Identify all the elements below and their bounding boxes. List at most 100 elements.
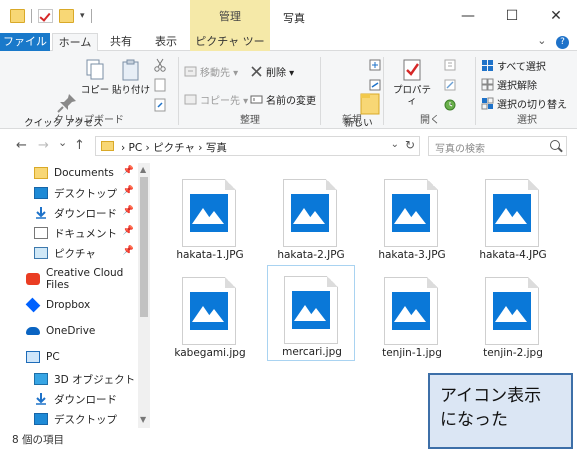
paste-button[interactable]: 貼り付け <box>112 58 150 96</box>
nav-item-onedrive[interactable]: OneDrive <box>0 321 138 341</box>
nav-item-documents-jp[interactable]: ドキュメント 📌 <box>0 223 138 243</box>
back-button[interactable]: ← <box>16 138 27 153</box>
status-bar: 8 個の項目 <box>0 428 420 450</box>
nav-item-pc[interactable]: PC <box>0 347 138 367</box>
rename-label: 名前の変更 <box>266 96 316 107</box>
search-placeholder: 写真の検索 <box>435 144 485 155</box>
minimize-button[interactable]: — <box>458 6 478 26</box>
image-file-icon <box>283 179 337 247</box>
divider <box>475 57 476 125</box>
image-file-icon <box>284 276 338 344</box>
file-name: hakata-3.JPG <box>378 249 446 261</box>
pictures-icon <box>34 247 48 259</box>
copy-to-button[interactable]: コピー先 ▾ <box>184 92 248 107</box>
tab-file[interactable]: ファイル <box>0 33 50 51</box>
new-group-label: 新規 <box>342 115 362 126</box>
file-item[interactable]: tenjin-2.jpg <box>469 267 557 363</box>
breadcrumb[interactable]: › PC › ピクチャ › 写真 <box>121 140 227 155</box>
delete-label: 削除 ▾ <box>266 68 295 79</box>
copy-path-icon[interactable] <box>153 78 167 95</box>
file-item-selected[interactable]: mercari.jpg <box>267 265 355 361</box>
nav-item-downloads-pc[interactable]: ダウンロード <box>0 389 138 409</box>
nav-item-label: ドキュメント <box>54 227 117 240</box>
select-none-button[interactable]: 選択解除 <box>481 77 537 92</box>
expand-ribbon-icon[interactable]: ⌄ <box>537 34 546 47</box>
nav-item-desktop[interactable]: デスクトップ 📌 <box>0 183 138 203</box>
creative-cloud-icon <box>26 273 40 285</box>
file-name: hakata-4.JPG <box>479 249 547 261</box>
nav-item-3d-objects[interactable]: 3D オブジェクト <box>0 369 138 389</box>
tab-home[interactable]: ホーム <box>52 33 98 52</box>
select-none-icon <box>481 78 494 91</box>
nav-item-downloads[interactable]: ダウンロード 📌 <box>0 203 138 223</box>
file-item[interactable]: hakata-4.JPG <box>469 169 557 265</box>
dropbox-icon <box>25 297 41 313</box>
pc-icon <box>26 351 40 363</box>
recent-locations-button[interactable]: ⌄ <box>58 136 67 149</box>
maximize-button[interactable]: ☐ <box>502 6 522 26</box>
rename-icon <box>250 93 263 106</box>
divider <box>178 57 179 125</box>
nav-item-creative-cloud[interactable]: Creative Cloud Files <box>0 267 138 291</box>
window-title: 写真 <box>283 12 305 25</box>
copy-button[interactable]: コピー <box>80 58 110 96</box>
up-button[interactable]: ↑ <box>74 138 85 153</box>
edit-icon[interactable] <box>443 78 457 95</box>
file-item[interactable]: tenjin-1.jpg <box>368 267 456 363</box>
file-item[interactable]: hakata-1.JPG <box>166 169 254 265</box>
help-icon[interactable]: ? <box>556 36 569 49</box>
address-dropdown-icon[interactable]: ⌄ <box>391 139 399 150</box>
paste-label: 貼り付け <box>112 85 151 96</box>
select-group-label: 選択 <box>517 115 537 126</box>
new-folder-quick-icon[interactable] <box>59 9 74 23</box>
nav-item-dropbox[interactable]: Dropbox <box>0 295 138 315</box>
select-group: すべて選択 選択解除 選択の切り替え 選択 <box>477 54 577 129</box>
search-input[interactable]: 写真の検索 <box>428 136 567 156</box>
select-all-button[interactable]: すべて選択 <box>481 58 546 73</box>
3d-objects-icon <box>34 373 48 385</box>
nav-item-pictures[interactable]: ピクチャ 📌 <box>0 243 138 263</box>
file-item[interactable]: hakata-3.JPG <box>368 169 456 265</box>
file-item[interactable]: kabegami.jpg <box>166 267 254 363</box>
copy-label: コピー <box>80 85 110 96</box>
scroll-up-icon[interactable]: ▲ <box>140 165 146 174</box>
tab-picture-tools[interactable]: ピクチャ ツール <box>190 33 270 66</box>
copy-icon <box>83 58 107 82</box>
address-bar[interactable]: › PC › ピクチャ › 写真 ⌄ ↻ <box>95 136 420 156</box>
scroll-down-icon[interactable]: ▼ <box>140 415 146 424</box>
open-icon[interactable] <box>443 58 457 75</box>
delete-button[interactable]: 削除 ▾ <box>250 64 294 79</box>
image-file-icon <box>182 179 236 247</box>
forward-button[interactable]: → <box>38 138 49 153</box>
divider <box>90 9 92 23</box>
move-to-button[interactable]: 移動先 ▾ <box>184 64 238 79</box>
nav-item-documents[interactable]: Documents 📌 <box>0 163 138 183</box>
nav-item-label: PC <box>46 351 60 363</box>
divider <box>383 57 384 125</box>
properties-quick-icon[interactable] <box>38 9 53 23</box>
customize-toolbar-icon[interactable]: ▾ <box>80 11 85 21</box>
cut-icon[interactable] <box>153 58 167 75</box>
easy-access-icon[interactable] <box>368 78 382 95</box>
pin-icon: 📌 <box>122 166 134 176</box>
invert-selection-label: 選択の切り替え <box>497 100 567 111</box>
tab-manage[interactable]: 管理 <box>190 0 270 33</box>
nav-item-desktop-pc[interactable]: デスクトップ <box>0 409 138 429</box>
rename-button[interactable]: 名前の変更 <box>250 92 316 107</box>
pin-icon <box>31 80 77 113</box>
new-item-icon[interactable] <box>368 58 382 75</box>
properties-button[interactable]: プロパティ <box>389 58 435 107</box>
title-bar: ▾ 管理 写真 — ☐ ✕ <box>0 0 577 33</box>
close-button[interactable]: ✕ <box>546 6 566 26</box>
tab-view[interactable]: 表示 <box>144 33 188 51</box>
invert-selection-button[interactable]: 選択の切り替え <box>481 96 567 111</box>
file-name: kabegami.jpg <box>174 347 246 359</box>
nav-scrollbar[interactable]: ▲ ▼ <box>138 163 150 428</box>
scrollbar-thumb[interactable] <box>140 177 148 317</box>
refresh-icon[interactable]: ↻ <box>405 138 415 152</box>
tab-share[interactable]: 共有 <box>100 33 142 51</box>
select-none-label: 選択解除 <box>497 81 537 92</box>
image-file-icon <box>485 277 539 345</box>
file-item[interactable]: hakata-2.JPG <box>267 169 355 265</box>
divider <box>320 57 321 125</box>
